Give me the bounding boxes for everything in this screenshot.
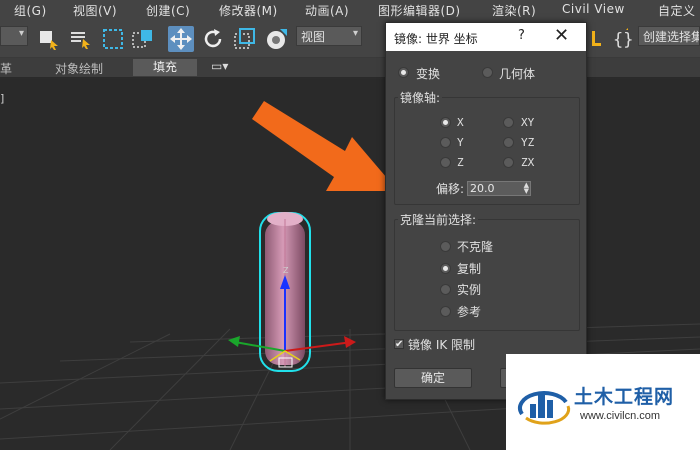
menu-customize[interactable]: 自定义 [658,2,696,19]
tab-object-paint[interactable]: 对象绘制 [55,60,103,77]
menu-civil-view[interactable]: Civil View [562,2,625,16]
offset-spinner[interactable]: 20.0 ▲ ▼ [467,181,531,196]
svg-text:Z: Z [283,266,289,275]
spinner-arrows-icon[interactable]: ▲ ▼ [524,182,529,195]
radio-no-clone[interactable] [440,241,451,252]
radio-axis-y[interactable] [440,137,451,148]
copy-label: 复制 [457,262,482,276]
logo-url: www.civilcn.com [580,410,661,422]
rotate-icon[interactable] [200,26,226,52]
menu-view[interactable]: 视图(V) [73,2,117,19]
help-button[interactable]: ? [518,28,525,43]
tab-fill[interactable]: 填充 [133,59,198,76]
reference-coordinate-value: 视图 [301,30,326,44]
geometry-label: 几何体 [499,67,536,81]
radio-reference[interactable] [440,306,451,317]
create-selection-set-label: 创建选择集 [643,30,700,44]
move-icon[interactable] [168,26,194,52]
axis-xy-label: XY [521,116,535,129]
menu-graph-editors[interactable]: 图形编辑器(D) [378,2,461,19]
main-toolbar: ▾ 视图 ▾ {} 创建选择集 [0,20,700,58]
ribbon-bar: 革 对象绘制 填充 ▭▾ [0,58,700,78]
radio-axis-xy[interactable] [503,117,514,128]
radio-axis-zx[interactable] [503,157,514,168]
named-selection-braces-icon[interactable]: {} [610,26,636,52]
dialog-title: 镜像: 世界 坐标 [394,32,478,46]
transform-label: 变换 [416,67,441,81]
axis-x-label: X [457,116,464,129]
scale-icon[interactable] [232,26,258,52]
axis-zx-label: ZX [521,156,535,169]
radio-geometry[interactable] [482,67,493,78]
ribbon-left-fragment: 革 [0,62,13,76]
place-icon[interactable] [264,26,290,52]
ok-button[interactable]: 确定 [394,368,472,388]
clone-selection-group [394,219,580,331]
menu-bar: 组(G) 视图(V) 创建(C) 修改器(M) 动画(A) 图形编辑器(D) 渲… [0,0,700,20]
radio-copy[interactable] [440,263,451,274]
clone-selection-label: 克隆当前选择: [398,211,479,228]
radio-axis-x[interactable] [440,117,451,128]
close-button[interactable]: ✕ [554,25,569,46]
reference-label: 参考 [457,305,482,319]
axis-z-label: Z [457,156,464,169]
mirror-dialog: 镜像: 世界 坐标 ? ✕ 变换 几何体 镜像轴: X Y Z XY YZ ZX… [385,22,587,400]
reference-coordinate-dropdown[interactable]: 视图 ▾ [296,26,362,46]
instance-label: 实例 [457,283,482,297]
svg-text:{}: {} [613,30,633,50]
menu-animation[interactable]: 动画(A) [305,2,349,19]
logo-emblem-icon [518,391,571,425]
no-clone-label: 不克隆 [457,240,494,254]
axis-yz-label: YZ [521,136,535,149]
menu-modifiers[interactable]: 修改器(M) [219,2,278,19]
mirror-ik-label: 镜像 IK 限制 [408,338,476,352]
create-selection-set-dropdown[interactable]: 创建选择集 [638,26,700,46]
menu-rendering[interactable]: 渲染(R) [492,2,536,19]
menu-create[interactable]: 创建(C) [146,2,190,19]
rectangular-selection-icon[interactable] [100,26,126,52]
ok-button-label: 确定 [420,371,445,385]
menu-group[interactable]: 组(G) [14,2,47,19]
site-logo: 土木工程网 www.civilcn.com [506,354,700,450]
radio-axis-yz[interactable] [503,137,514,148]
offset-label: 偏移: [436,182,465,196]
select-by-name-icon[interactable] [68,26,94,52]
mirror-axis-label: 镜像轴: [398,89,443,106]
radio-transform[interactable] [398,67,409,78]
axis-y-label: Y [457,136,464,149]
dialog-title-bar[interactable]: 镜像: 世界 坐标 ? ✕ [386,23,586,51]
offset-value: 20.0 [470,182,495,195]
select-object-icon[interactable] [36,26,62,52]
logo-name: 土木工程网 [574,386,675,408]
orange-pointer-arrow [252,101,398,191]
radio-instance[interactable] [440,284,451,295]
window-crossing-icon[interactable] [130,26,156,52]
mirror-ik-checkbox[interactable]: ✔ [394,339,404,350]
radio-axis-z[interactable] [440,157,451,168]
ribbon-options-icon[interactable]: ▭▾ [211,59,228,73]
toolbar-left-dropdown[interactable]: ▾ [0,26,28,46]
